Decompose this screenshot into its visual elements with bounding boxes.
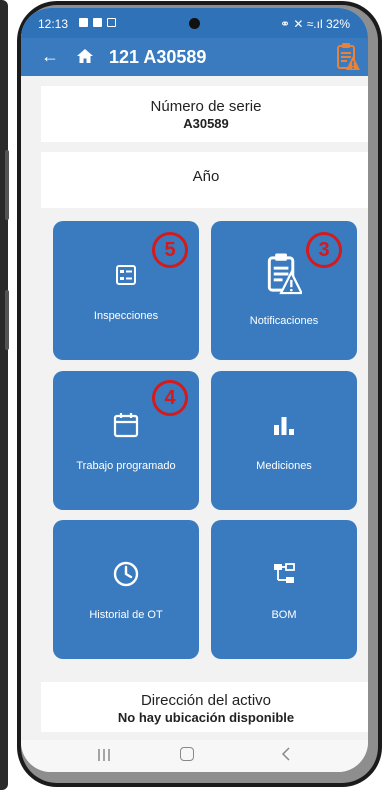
clipboard-warning-icon xyxy=(267,253,302,295)
year-card: Año xyxy=(41,152,368,208)
tile-label: BOM xyxy=(271,609,297,621)
tile-label: Historial de OT xyxy=(89,609,163,621)
hierarchy-icon xyxy=(274,563,295,583)
tile-label: Notificaciones xyxy=(249,315,319,327)
back-button-icon[interactable] xyxy=(281,747,291,761)
clock-icon xyxy=(113,561,139,587)
tile-mediciones[interactable]: Mediciones xyxy=(211,371,357,510)
status-time: 12:13 xyxy=(38,17,69,31)
app-bar: ← 121 A30589 xyxy=(21,38,368,76)
serial-number-card: Número de serie A30589 xyxy=(41,86,368,142)
asset-address-card: Dirección del activo No hay ubicación di… xyxy=(41,682,368,732)
bar-chart-icon xyxy=(274,417,294,435)
badge-inspecciones-count: 5 xyxy=(152,232,188,268)
page-title: 121 A30589 xyxy=(109,47,207,67)
home-button-icon[interactable] xyxy=(180,747,194,761)
left-device-edge xyxy=(0,0,14,790)
status-indicators: ⚭ ✕ ≈.ıl 32% xyxy=(279,17,350,31)
back-arrow-icon[interactable]: ← xyxy=(41,46,59,66)
badge-trabajo-programado-count: 4 xyxy=(152,380,188,416)
tile-label: Mediciones xyxy=(256,460,312,472)
tile-label: Inspecciones xyxy=(93,310,159,322)
asset-address-label: Dirección del activo xyxy=(140,692,272,709)
clipboard-warning-icon[interactable] xyxy=(336,42,360,72)
status-bar: 12:13 ⚭ ✕ ≈.ıl 32% xyxy=(21,8,368,38)
gallery-notification-icon xyxy=(79,18,88,27)
recent-apps-icon[interactable] xyxy=(97,748,111,762)
tile-label: Trabajo programado xyxy=(76,460,176,472)
checklist-icon xyxy=(116,265,136,285)
badge-notificaciones-count: 3 xyxy=(306,232,342,268)
tile-bom[interactable]: BOM xyxy=(211,520,357,659)
system-navigation-bar xyxy=(21,740,368,772)
calendar-icon xyxy=(113,413,139,438)
phone-screen: 12:13 ⚭ ✕ ≈.ıl 32% ← 121 A30589 Número d… xyxy=(21,8,368,772)
gallery-notification-icon xyxy=(93,18,102,27)
screenshot-notification-icon xyxy=(107,18,116,27)
serial-number-value: A30589 xyxy=(183,116,229,131)
front-camera xyxy=(189,18,200,29)
year-label: Año xyxy=(192,168,220,185)
asset-address-value: No hay ubicación disponible xyxy=(117,710,295,725)
tile-historial-de-ot[interactable]: Historial de OT xyxy=(53,520,199,659)
home-icon[interactable] xyxy=(76,47,94,65)
serial-number-label: Número de serie xyxy=(150,98,262,115)
